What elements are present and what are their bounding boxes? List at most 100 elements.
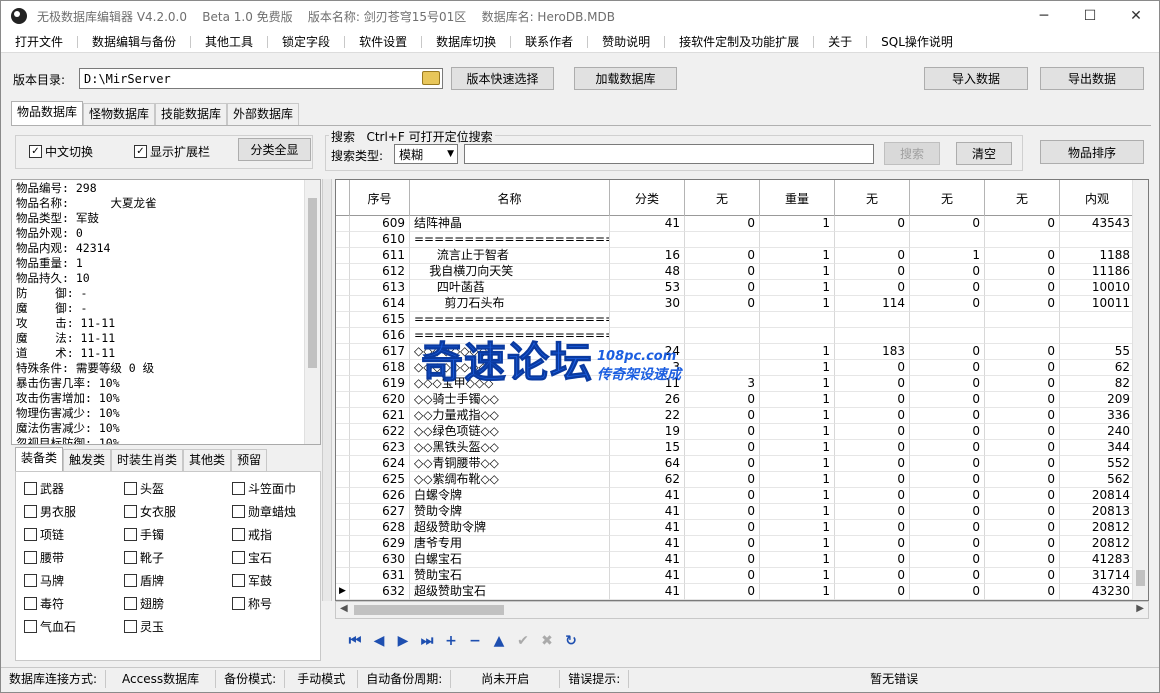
table-cell[interactable]: ◇◇绿色项链◇◇ xyxy=(410,424,610,440)
menu-data-edit[interactable]: 数据编辑与备份 xyxy=(78,35,192,48)
table-cell[interactable]: 626 xyxy=(350,488,410,504)
tab-external[interactable]: 外部数据库 xyxy=(227,103,300,125)
menu-db-switch[interactable]: 数据库切换 xyxy=(422,35,512,48)
menu-tools[interactable]: 其他工具 xyxy=(191,35,269,48)
table-cell[interactable]: 209 xyxy=(1060,392,1135,408)
table-cell[interactable]: ◇◇黑铁头盔◇◇ xyxy=(410,440,610,456)
table-cell[interactable]: 0 xyxy=(910,392,985,408)
table-cell[interactable]: 0 xyxy=(835,440,910,456)
table-cell[interactable]: 0 xyxy=(985,504,1060,520)
table-cell[interactable]: 336 xyxy=(1060,408,1135,424)
table-cell[interactable]: 1 xyxy=(760,520,835,536)
table-cell[interactable]: 0 xyxy=(910,360,985,376)
table-cell[interactable]: 0 xyxy=(685,264,760,280)
export-button[interactable]: 导出数据 xyxy=(1040,67,1144,90)
row-indicator[interactable] xyxy=(336,216,350,232)
table-cell[interactable]: 0 xyxy=(910,296,985,312)
table-cell[interactable]: 0 xyxy=(685,280,760,296)
post-record-icon[interactable]: ✔ xyxy=(511,631,535,651)
table-cell[interactable]: 114 xyxy=(835,296,910,312)
row-indicator[interactable] xyxy=(336,248,350,264)
table-cell[interactable]: 11186 xyxy=(1060,264,1135,280)
table-cell[interactable]: 0 xyxy=(685,248,760,264)
table-cell[interactable]: 612 xyxy=(350,264,410,280)
table-cell[interactable]: 1 xyxy=(760,472,835,488)
refresh-icon[interactable]: ↻ xyxy=(559,631,583,651)
table-cell[interactable]: 0 xyxy=(910,280,985,296)
delete-record-icon[interactable]: − xyxy=(463,631,487,651)
table-cell[interactable] xyxy=(760,232,835,248)
table-row[interactable]: 621 ◇◇力量戒指◇◇ 22 0 1 0 0 0 336 xyxy=(336,408,1135,424)
table-row[interactable]: 623 ◇◇黑铁头盔◇◇ 15 0 1 0 0 0 344 xyxy=(336,440,1135,456)
table-cell[interactable]: ===================== xyxy=(410,312,610,328)
cat-hat[interactable]: 斗笠面巾 xyxy=(232,480,296,497)
row-indicator[interactable] xyxy=(336,456,350,472)
table-cell[interactable]: 0 xyxy=(685,488,760,504)
table-cell[interactable]: ◇◇骑士手镯◇◇ xyxy=(410,392,610,408)
table-cell[interactable]: 0 xyxy=(985,472,1060,488)
table-cell[interactable]: 41 xyxy=(610,552,685,568)
row-indicator[interactable] xyxy=(336,264,350,280)
table-cell[interactable] xyxy=(985,312,1060,328)
table-cell[interactable]: 1 xyxy=(760,552,835,568)
col-header[interactable]: 分类 xyxy=(610,180,685,216)
quick-select-button[interactable]: 版本快速选择 xyxy=(451,67,554,90)
table-cell[interactable]: 0 xyxy=(835,264,910,280)
sort-button[interactable]: 物品排序 xyxy=(1040,140,1144,164)
table-cell[interactable]: 1 xyxy=(760,424,835,440)
table-cell[interactable]: 55 xyxy=(1060,344,1135,360)
table-cell[interactable]: 3 xyxy=(685,376,760,392)
table-cell[interactable]: 0 xyxy=(685,504,760,520)
grid-hscrollbar[interactable]: ◀ ▶ xyxy=(335,601,1149,619)
table-cell[interactable]: 0 xyxy=(835,456,910,472)
table-cell[interactable]: 0 xyxy=(985,584,1060,600)
table-cell[interactable] xyxy=(760,328,835,344)
col-header[interactable]: 名称 xyxy=(410,180,610,216)
table-cell[interactable]: 0 xyxy=(685,584,760,600)
table-cell[interactable]: 0 xyxy=(910,376,985,392)
search-type-select[interactable]: 模糊 ▼ xyxy=(394,144,458,164)
table-row[interactable]: 612 我自横刀向天笑 48 0 1 0 0 0 11186 xyxy=(336,264,1135,280)
tab-monsters[interactable]: 怪物数据库 xyxy=(83,103,156,125)
table-cell[interactable]: 0 xyxy=(685,552,760,568)
table-cell[interactable]: 20813 xyxy=(1060,504,1135,520)
table-cell[interactable]: 622 xyxy=(350,424,410,440)
table-row[interactable]: 609 结阵神晶 41 0 1 0 0 0 43543 xyxy=(336,216,1135,232)
table-cell[interactable]: 0 xyxy=(910,456,985,472)
table-cell[interactable]: 552 xyxy=(1060,456,1135,472)
table-cell[interactable] xyxy=(610,232,685,248)
cat-weapon[interactable]: 武器 xyxy=(24,480,64,497)
table-cell[interactable]: 64 xyxy=(610,456,685,472)
table-cell[interactable]: 1 xyxy=(760,408,835,424)
table-cell[interactable]: 0 xyxy=(835,376,910,392)
table-row[interactable]: ▶ 632 超级赞助宝石 41 0 1 0 0 0 43230 xyxy=(336,584,1135,600)
table-cell[interactable]: 0 xyxy=(685,440,760,456)
table-cell[interactable]: 0 xyxy=(985,280,1060,296)
row-indicator[interactable] xyxy=(336,328,350,344)
row-indicator[interactable] xyxy=(336,232,350,248)
table-row[interactable]: 610 ===================== xyxy=(336,232,1135,248)
table-cell[interactable]: ◇◇青铜腰带◇◇ xyxy=(410,456,610,472)
table-cell[interactable]: 0 xyxy=(685,216,760,232)
table-cell[interactable]: 0 xyxy=(985,408,1060,424)
grid-scrollbar[interactable] xyxy=(1132,180,1148,600)
table-cell[interactable]: 0 xyxy=(910,504,985,520)
table-cell[interactable]: 562 xyxy=(1060,472,1135,488)
cat-female-clothes[interactable]: 女衣服 xyxy=(124,503,176,520)
table-cell[interactable]: 0 xyxy=(685,536,760,552)
menu-contact[interactable]: 联系作者 xyxy=(511,35,589,48)
table-cell[interactable]: 0 xyxy=(985,488,1060,504)
table-cell[interactable]: 0 xyxy=(910,264,985,280)
table-cell[interactable]: 1 xyxy=(760,440,835,456)
table-cell[interactable]: 62 xyxy=(610,472,685,488)
search-input[interactable] xyxy=(464,144,874,164)
table-cell[interactable]: 610 xyxy=(350,232,410,248)
menu-open-file[interactable]: 打开文件 xyxy=(1,35,79,48)
table-cell[interactable]: 20814 xyxy=(1060,488,1135,504)
table-row[interactable]: 628 超级赞助令牌 41 0 1 0 0 0 20812 xyxy=(336,520,1135,536)
table-cell[interactable]: 0 xyxy=(985,376,1060,392)
table-cell[interactable]: 41 xyxy=(610,488,685,504)
table-cell[interactable]: 0 xyxy=(985,552,1060,568)
table-cell[interactable]: 我自横刀向天笑 xyxy=(410,264,610,280)
row-indicator[interactable] xyxy=(336,520,350,536)
